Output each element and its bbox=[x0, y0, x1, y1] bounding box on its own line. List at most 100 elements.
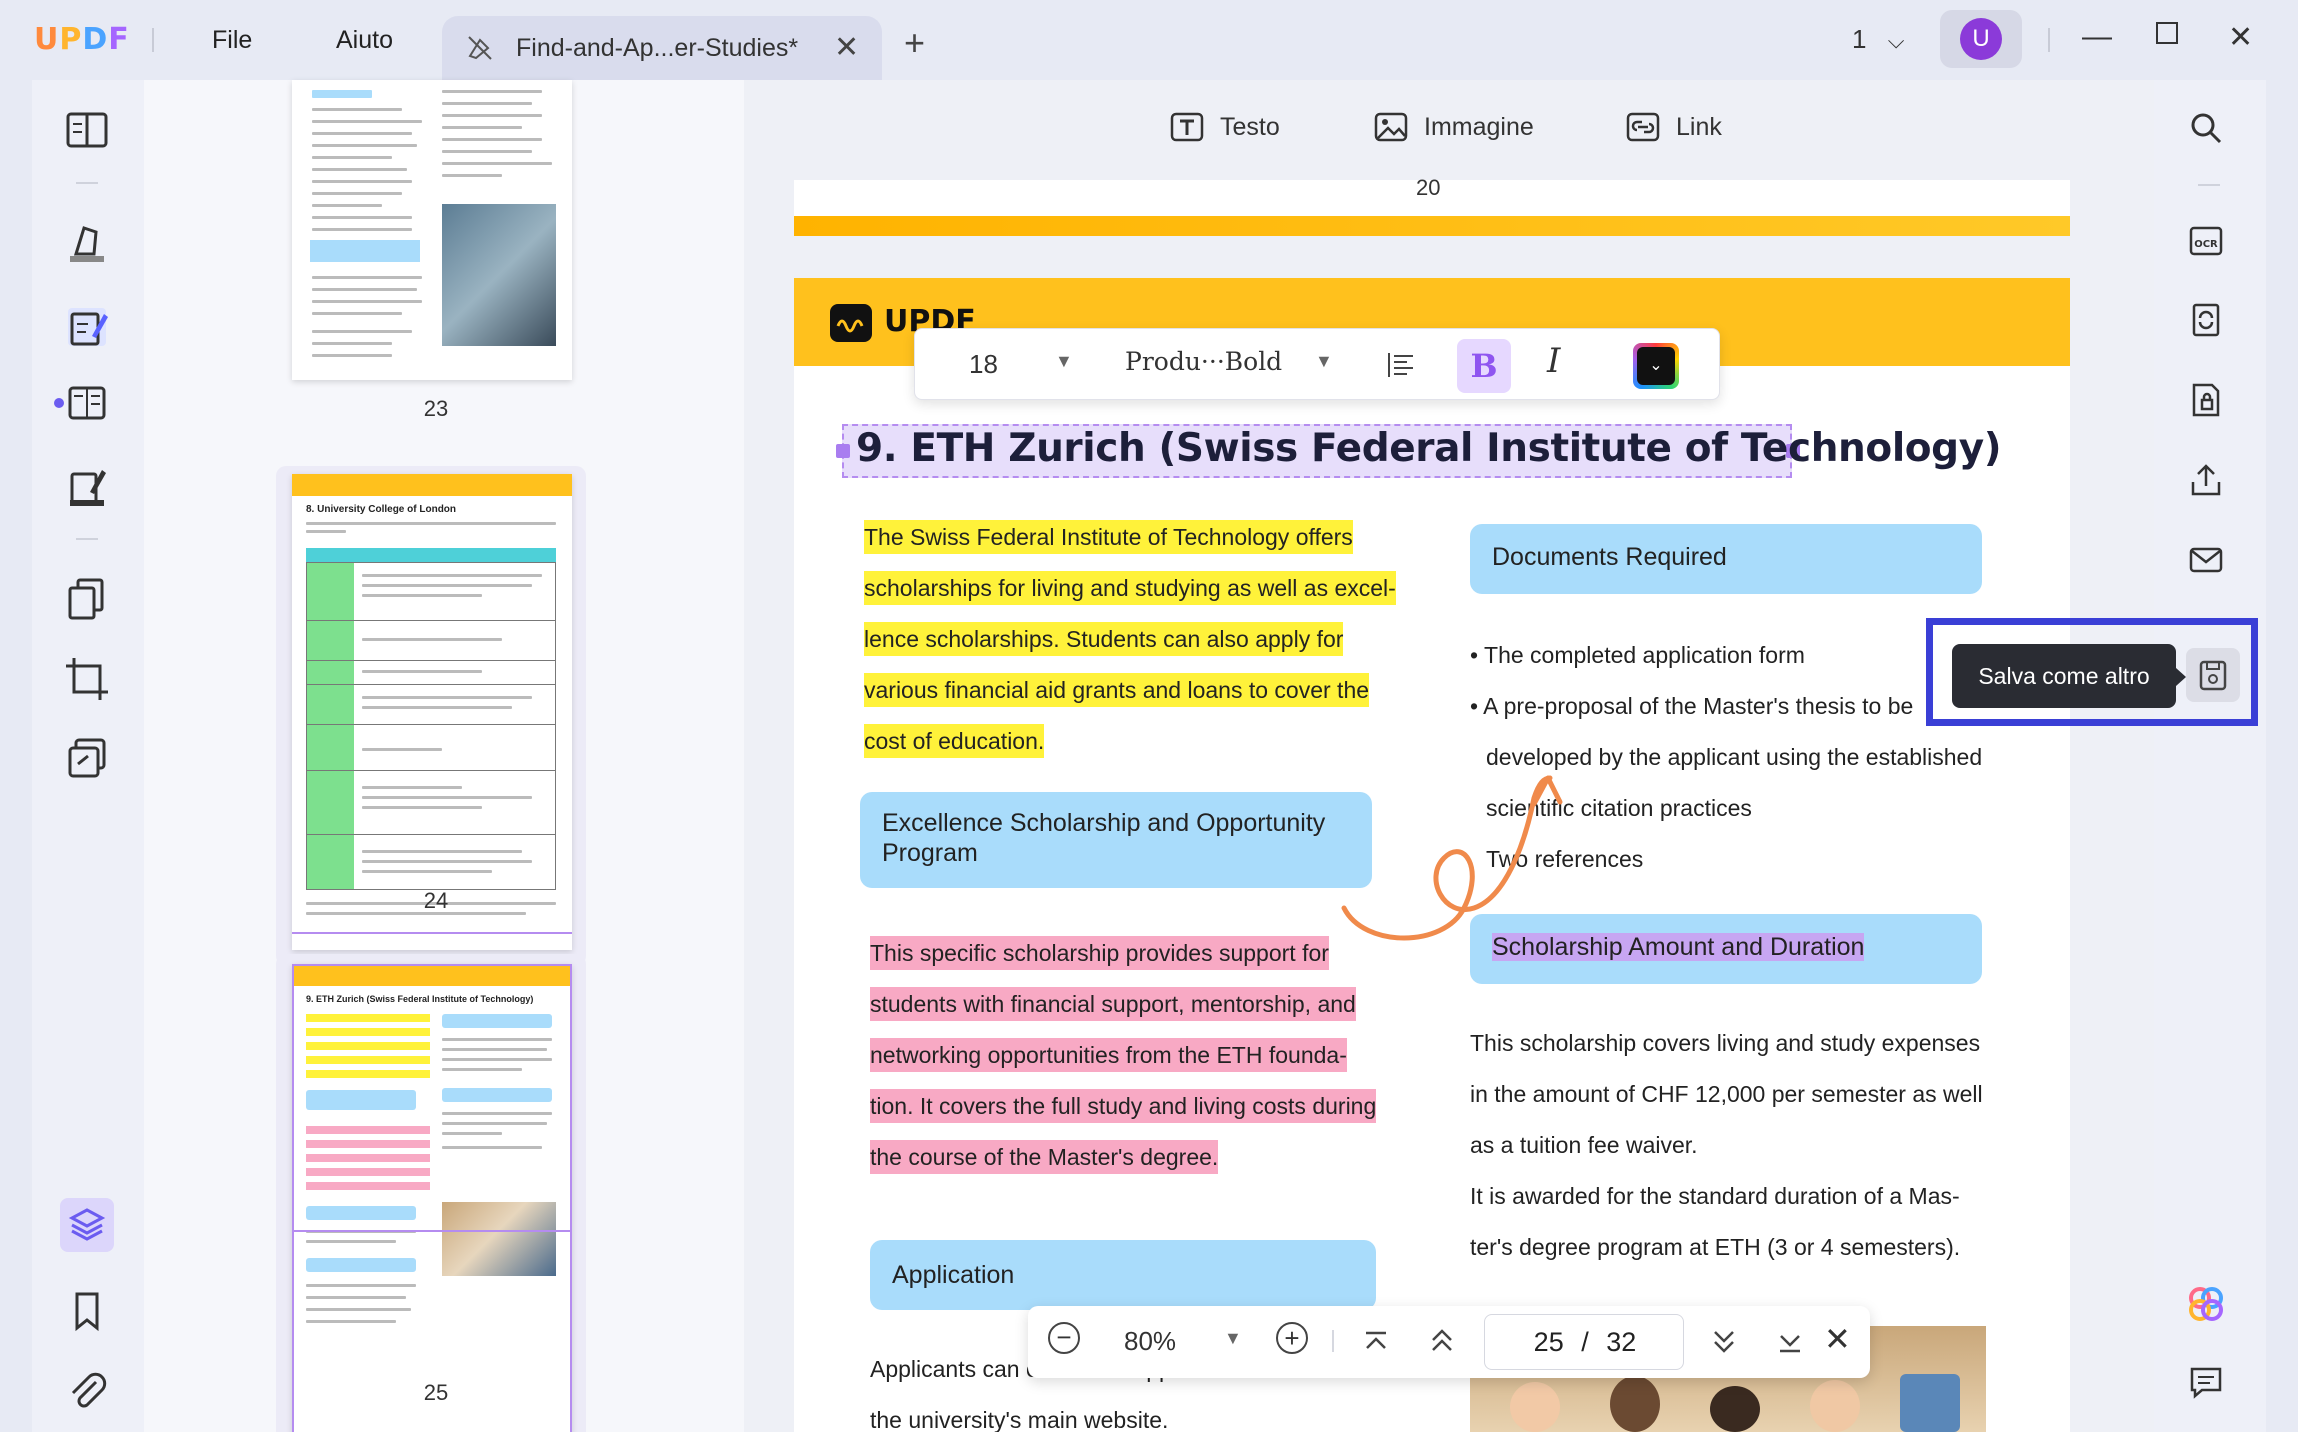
add-link-button[interactable]: Link bbox=[1624, 108, 1722, 146]
svg-text:OCR: OCR bbox=[2194, 239, 2218, 250]
share-icon[interactable] bbox=[2186, 460, 2226, 500]
zoom-level[interactable]: 80% bbox=[1124, 1326, 1176, 1357]
maximize-icon[interactable] bbox=[2156, 22, 2178, 44]
resize-handle[interactable] bbox=[836, 444, 850, 458]
previous-page-icon[interactable] bbox=[1428, 1326, 1456, 1356]
ai-assistant-icon[interactable] bbox=[2184, 1282, 2228, 1326]
attachment-icon[interactable] bbox=[62, 1366, 112, 1416]
rail-separator bbox=[2198, 184, 2220, 186]
font-size-select[interactable]: 18 bbox=[969, 349, 998, 380]
title-separator bbox=[152, 28, 154, 52]
account-button[interactable]: U bbox=[1940, 10, 2022, 68]
tab-close-icon[interactable]: ✕ bbox=[834, 30, 859, 65]
new-tab-icon[interactable]: + bbox=[904, 22, 925, 64]
zoom-in-icon[interactable]: + bbox=[1276, 1322, 1308, 1354]
image-tool-label: Immagine bbox=[1424, 112, 1534, 141]
thumbnail-page-24[interactable]: 8. University College of London bbox=[292, 474, 572, 950]
organize-pages-icon[interactable] bbox=[62, 574, 112, 624]
intro-line: lence scholarships. Students can also ap… bbox=[864, 622, 1344, 656]
chevron-down-icon[interactable]: ▼ bbox=[1055, 351, 1073, 372]
window-count[interactable]: 1 ⌵ bbox=[1852, 24, 1904, 55]
scholarship-amount-box[interactable]: Scholarship Amount and Duration bbox=[1470, 914, 1982, 984]
thumbnail-label: 24 bbox=[423, 888, 449, 913]
last-page-icon[interactable] bbox=[1776, 1328, 1804, 1356]
font-family-select[interactable]: Produ···Bold bbox=[1125, 347, 1282, 376]
zoom-out-icon[interactable]: − bbox=[1048, 1322, 1080, 1354]
rail-separator bbox=[76, 538, 98, 540]
convert-icon[interactable] bbox=[62, 734, 112, 784]
bold-button[interactable]: B bbox=[1457, 339, 1511, 393]
search-icon[interactable] bbox=[2186, 108, 2226, 148]
page-logo-mark bbox=[830, 304, 872, 342]
application-section-box[interactable]: Application bbox=[870, 1240, 1376, 1310]
menu-file[interactable]: File bbox=[212, 26, 252, 55]
amount-line: as a tuition fee waiver. bbox=[1470, 1132, 1698, 1158]
thumbnail-title: 8. University College of London bbox=[306, 504, 457, 515]
thumbnail-page-25[interactable]: 9. ETH Zurich (Swiss Federal Institute o… bbox=[292, 964, 572, 1432]
ocr-icon[interactable]: OCR bbox=[2186, 220, 2226, 260]
document-heading[interactable]: 9. ETH Zurich (Swiss Federal Institute o… bbox=[856, 426, 2002, 471]
comment-icon[interactable] bbox=[2186, 1362, 2226, 1402]
excellence-line: the course of the Master's degree. bbox=[870, 1140, 1219, 1174]
excellence-line: This specific scholarship provides suppo… bbox=[870, 936, 1329, 970]
thumbnail-title: 9. ETH Zurich (Swiss Federal Institute o… bbox=[306, 994, 534, 1004]
intro-paragraph[interactable]: The Swiss Federal Institute of Technolog… bbox=[864, 512, 1398, 767]
thumbnail-label: 25 bbox=[423, 1380, 449, 1405]
reader-icon[interactable] bbox=[62, 106, 112, 156]
page-navigation-bar: − 80% ▼ + 25 / 32 ✕ bbox=[1028, 1306, 1870, 1378]
amount-paragraph[interactable]: This scholarship covers living and study… bbox=[1470, 1018, 2030, 1273]
bookmark-icon[interactable] bbox=[62, 1286, 112, 1336]
tab-title: Find-and-Ap...er-Studies* bbox=[516, 34, 799, 62]
chevron-down-icon[interactable]: ▼ bbox=[1224, 1328, 1242, 1349]
add-text-button[interactable]: Testo bbox=[1168, 108, 1280, 146]
intro-line: The Swiss Federal Institute of Technolog… bbox=[864, 520, 1353, 554]
excellence-paragraph[interactable]: This specific scholarship provides suppo… bbox=[870, 928, 1388, 1183]
window-count-value: 1 bbox=[1852, 24, 1867, 54]
title-separator bbox=[2048, 28, 2050, 52]
close-window-icon[interactable]: ✕ bbox=[2228, 20, 2253, 55]
total-pages: 32 bbox=[1606, 1327, 1637, 1357]
amount-line: This scholarship covers living and study… bbox=[1470, 1030, 1981, 1056]
first-page-icon[interactable] bbox=[1362, 1328, 1390, 1356]
excellence-section-box[interactable]: Excellence Scholarship and Opportunity P… bbox=[860, 792, 1372, 888]
menu-help[interactable]: Aiuto bbox=[336, 26, 393, 55]
edit-mode-icon bbox=[468, 36, 492, 60]
edit-pdf-icon[interactable] bbox=[62, 302, 112, 352]
edit-toolbar: Testo Immagine Link bbox=[744, 80, 2154, 180]
highlighter-icon[interactable] bbox=[62, 218, 112, 268]
application-line: the university's main website. bbox=[870, 1407, 1169, 1432]
add-image-button[interactable]: Immagine bbox=[1372, 108, 1534, 146]
thumbnail-page-23[interactable] bbox=[292, 80, 572, 380]
crop-icon[interactable] bbox=[62, 654, 112, 704]
minimize-icon[interactable]: — bbox=[2082, 20, 2112, 54]
save-as-button[interactable] bbox=[2186, 648, 2240, 702]
page-number-input[interactable]: 25 / 32 bbox=[1484, 1314, 1684, 1370]
excellence-line: networking opportunities from the ETH fo… bbox=[870, 1038, 1347, 1072]
next-page-icon[interactable] bbox=[1710, 1326, 1738, 1356]
close-nav-icon[interactable]: ✕ bbox=[1824, 1320, 1851, 1358]
align-left-icon[interactable] bbox=[1385, 349, 1417, 381]
excellence-line: tion. It covers the full study and livin… bbox=[870, 1089, 1377, 1123]
save-as-icon bbox=[2199, 660, 2227, 691]
document-tab[interactable]: Find-and-Ap...er-Studies* ✕ bbox=[442, 16, 882, 80]
layers-icon[interactable] bbox=[60, 1198, 114, 1252]
page-layout-icon[interactable] bbox=[62, 378, 112, 428]
right-tool-rail: OCR bbox=[2154, 80, 2266, 1432]
tooltip: Salva come altro bbox=[1952, 644, 2176, 708]
tooltip-arrow bbox=[2176, 668, 2186, 686]
protect-icon[interactable] bbox=[2186, 380, 2226, 420]
intro-line: various financial aid grants and loans t… bbox=[864, 673, 1370, 707]
chevron-down-icon[interactable]: ▼ bbox=[1315, 351, 1333, 372]
intro-line: cost of education. bbox=[864, 724, 1045, 758]
amount-line: It is awarded for the standard duration … bbox=[1470, 1183, 1960, 1209]
documents-required-box[interactable]: Documents Required bbox=[1470, 524, 1982, 594]
text-color-button[interactable]: ⌄ bbox=[1633, 343, 1679, 389]
chevron-down-icon: ⌵ bbox=[1887, 28, 1905, 53]
email-icon[interactable] bbox=[2186, 540, 2226, 580]
thumbnail-label: 23 bbox=[423, 396, 449, 421]
fill-sign-icon[interactable] bbox=[62, 462, 112, 512]
italic-button[interactable]: I bbox=[1547, 341, 1560, 381]
text-tool-label: Testo bbox=[1220, 112, 1280, 141]
convert-file-icon[interactable] bbox=[2186, 300, 2226, 340]
nav-separator bbox=[1332, 1330, 1334, 1352]
